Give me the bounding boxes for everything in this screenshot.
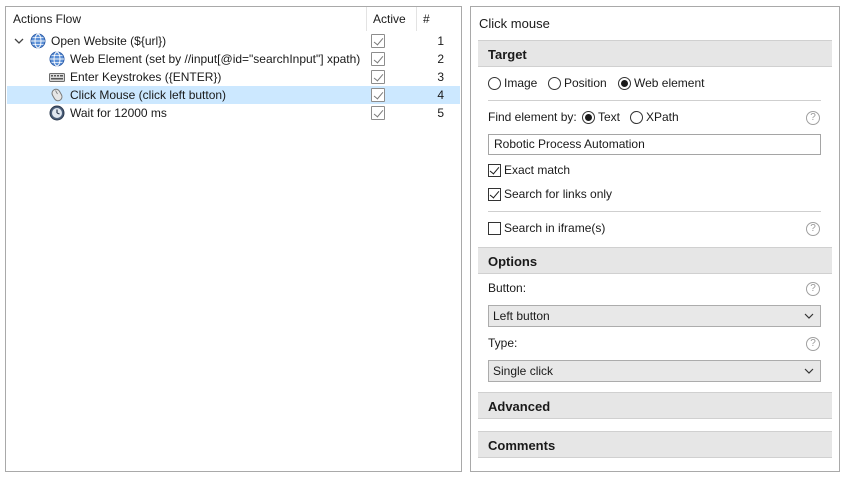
tree-row-label: Open Website (${url}) bbox=[51, 34, 167, 48]
actions-flow-panel: Actions Flow Active # Open Website (${ur… bbox=[5, 6, 462, 472]
row-number: 1 bbox=[437, 34, 444, 48]
tree-row-label: Enter Keystrokes ({ENTER}) bbox=[70, 70, 222, 84]
radio-find-text[interactable] bbox=[582, 111, 595, 124]
panel-title: Click mouse bbox=[479, 16, 550, 31]
radio-image-label[interactable]: Image bbox=[504, 76, 537, 90]
tree-row-label: Click Mouse (click left button) bbox=[70, 88, 227, 102]
section-header-options[interactable]: Options bbox=[478, 247, 832, 274]
exact-match-checkbox[interactable] bbox=[488, 164, 501, 177]
radio-web-element[interactable] bbox=[618, 77, 631, 90]
chevron-down-icon bbox=[804, 364, 814, 378]
type-select[interactable]: Single click bbox=[488, 360, 821, 382]
divider bbox=[488, 211, 821, 212]
section-header-target[interactable]: Target bbox=[478, 40, 832, 67]
tree-row-label: Web Element (set by //input[@id="searchI… bbox=[70, 52, 361, 66]
column-separator[interactable] bbox=[366, 7, 367, 31]
links-only-checkbox[interactable] bbox=[488, 188, 501, 201]
row-number: 2 bbox=[437, 52, 444, 66]
section-title: Advanced bbox=[488, 399, 551, 414]
button-select-value: Left button bbox=[493, 309, 550, 323]
tree-row-click-mouse[interactable]: Click Mouse (click left button) 4 bbox=[7, 86, 460, 104]
iframe-label[interactable]: Search in iframe(s) bbox=[504, 221, 605, 235]
column-header-active[interactable]: Active bbox=[373, 7, 406, 31]
tree-row-open-website[interactable]: Open Website (${url}) 1 bbox=[7, 32, 460, 50]
section-header-comments[interactable]: Comments bbox=[478, 431, 832, 458]
column-separator[interactable] bbox=[416, 7, 417, 31]
active-checkbox[interactable] bbox=[371, 106, 385, 120]
radio-find-xpath[interactable] bbox=[630, 111, 643, 124]
active-checkbox[interactable] bbox=[371, 52, 385, 66]
section-title: Comments bbox=[488, 438, 556, 453]
tree-row-web-element[interactable]: Web Element (set by //input[@id="searchI… bbox=[7, 50, 460, 68]
clock-icon bbox=[49, 105, 65, 121]
links-only-label[interactable]: Search for links only bbox=[504, 187, 612, 201]
globe-icon bbox=[49, 51, 65, 67]
section-title: Target bbox=[488, 47, 527, 62]
mouse-icon bbox=[49, 87, 65, 103]
search-text-input[interactable]: Robotic Process Automation bbox=[488, 134, 821, 155]
active-checkbox[interactable] bbox=[371, 70, 385, 84]
radio-position[interactable] bbox=[548, 77, 561, 90]
row-number: 3 bbox=[437, 70, 444, 84]
type-field-label: Type: bbox=[488, 336, 518, 350]
button-select[interactable]: Left button bbox=[488, 305, 821, 327]
radio-web-element-label[interactable]: Web element bbox=[634, 76, 704, 90]
help-icon[interactable]: ? bbox=[806, 282, 820, 296]
row-number: 5 bbox=[437, 106, 444, 120]
chevron-down-icon[interactable] bbox=[13, 33, 25, 49]
active-checkbox[interactable] bbox=[371, 34, 385, 48]
help-icon[interactable]: ? bbox=[806, 337, 820, 351]
iframe-checkbox[interactable] bbox=[488, 222, 501, 235]
radio-position-label[interactable]: Position bbox=[564, 76, 607, 90]
properties-panel: Click mouse Target Image Position Web el… bbox=[470, 6, 840, 472]
tree-row-wait[interactable]: Wait for 12000 ms 5 bbox=[7, 104, 460, 122]
exact-match-label[interactable]: Exact match bbox=[504, 163, 570, 177]
column-header-name[interactable]: Actions Flow bbox=[13, 7, 81, 31]
help-icon[interactable]: ? bbox=[806, 222, 820, 236]
keyboard-icon bbox=[49, 69, 65, 85]
section-header-advanced[interactable]: Advanced bbox=[478, 392, 832, 419]
button-field-label: Button: bbox=[488, 281, 527, 295]
find-element-label: Find element by: bbox=[488, 110, 577, 124]
tree-row-enter-keystrokes[interactable]: Enter Keystrokes ({ENTER}) 3 bbox=[7, 68, 460, 86]
radio-image[interactable] bbox=[488, 77, 501, 90]
help-icon[interactable]: ? bbox=[806, 111, 820, 125]
globe-icon bbox=[30, 33, 46, 49]
tree-header: Actions Flow Active # bbox=[6, 7, 461, 31]
type-select-value: Single click bbox=[493, 364, 554, 378]
radio-find-text-label[interactable]: Text bbox=[598, 110, 620, 124]
tree-row-label: Wait for 12000 ms bbox=[70, 106, 167, 120]
divider bbox=[488, 100, 821, 101]
active-checkbox[interactable] bbox=[371, 88, 385, 102]
column-header-number[interactable]: # bbox=[423, 7, 430, 31]
row-number: 4 bbox=[437, 88, 444, 102]
radio-find-xpath-label[interactable]: XPath bbox=[646, 110, 679, 124]
chevron-down-icon bbox=[804, 309, 814, 323]
section-title: Options bbox=[488, 254, 538, 269]
